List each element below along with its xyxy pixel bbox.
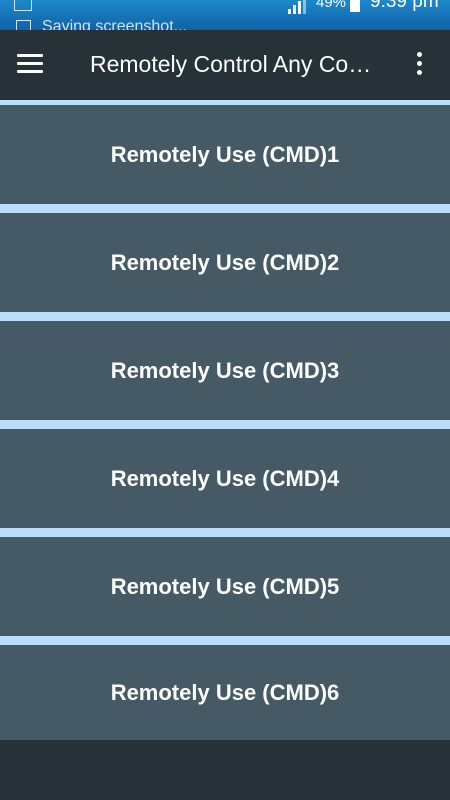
- remote-cmd-4-button[interactable]: Remotely Use (CMD)4: [0, 429, 450, 528]
- notification-ticker: Saving screenshot...: [42, 18, 187, 30]
- signal-icon: [288, 0, 306, 14]
- clock: 9:39 pm: [370, 0, 439, 12]
- more-vert-icon[interactable]: [408, 52, 432, 78]
- screenshot-icon: [14, 0, 32, 11]
- remote-cmd-1-button[interactable]: Remotely Use (CMD)1: [0, 105, 450, 204]
- remote-cmd-5-button[interactable]: Remotely Use (CMD)5: [0, 537, 450, 636]
- hamburger-menu-icon[interactable]: [17, 54, 43, 74]
- app-title: Remotely Control Any Computer: [90, 51, 386, 77]
- remote-cmd-3-button[interactable]: Remotely Use (CMD)3: [0, 321, 450, 420]
- battery-percent: 49%: [316, 0, 347, 11]
- button-list: Remotely Use (CMD)1 Remotely Use (CMD)2 …: [0, 100, 450, 740]
- bottom-area: [0, 740, 450, 800]
- remote-cmd-6-button[interactable]: Remotely Use (CMD)6: [0, 645, 450, 740]
- notification-icon: [16, 20, 31, 30]
- app-bar: Remotely Control Any Computer: [0, 30, 450, 100]
- status-bar: Saving screenshot... 49% 9:39 pm: [0, 0, 450, 30]
- battery-icon: [350, 0, 360, 12]
- remote-cmd-2-button[interactable]: Remotely Use (CMD)2: [0, 213, 450, 312]
